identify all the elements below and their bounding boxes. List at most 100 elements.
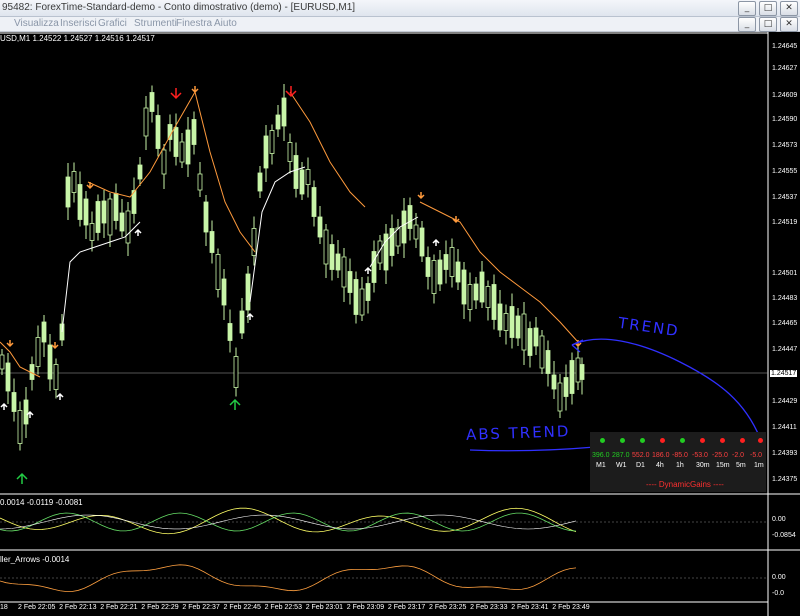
sub2-level-zero: 0.00	[772, 574, 786, 581]
candle-body	[299, 169, 305, 195]
status-dot-icon	[700, 438, 705, 443]
gain-value: -2.0	[732, 452, 745, 459]
candle-body	[461, 269, 467, 305]
candle-body	[311, 187, 317, 217]
timeframe-label: 4h	[656, 462, 664, 469]
price-label: 1.24609	[772, 92, 798, 99]
time-label: 2 Feb 23:49	[552, 604, 590, 611]
gain-value: -5.0	[750, 452, 763, 459]
candle-body	[467, 284, 473, 310]
mdi-close-button[interactable]: ✕	[780, 17, 798, 32]
candle-body	[323, 229, 329, 265]
minimize-button[interactable]: _	[738, 1, 756, 16]
candle-body	[479, 271, 485, 303]
status-dot-icon	[680, 438, 685, 443]
timeframe-label: 15m	[716, 462, 730, 469]
up-arrow-icon	[16, 472, 28, 484]
current-price-tag: 1.24517	[770, 370, 798, 377]
candle-body	[5, 362, 11, 392]
candle-body	[155, 115, 161, 149]
status-dot-icon	[660, 438, 665, 443]
candle-body	[281, 97, 287, 127]
menu-strumenti[interactable]: Strumenti	[134, 18, 177, 29]
price-label: 1.24501	[772, 270, 798, 277]
candle-body	[527, 328, 533, 356]
down-arrow-icon	[285, 86, 297, 98]
menu-inserisci[interactable]: Inserisci	[60, 18, 97, 29]
price-label: 1.24573	[772, 142, 798, 149]
small-down-arrow-icon	[417, 192, 425, 200]
time-label: 2 Feb 22:13	[59, 604, 97, 611]
candle-body	[491, 284, 497, 320]
candle-body	[485, 286, 491, 308]
candle-body	[347, 271, 353, 293]
timeframe-label: W1	[616, 462, 627, 469]
window-controls: _ □ ✕	[738, 1, 798, 16]
small-down-arrow-icon	[6, 340, 14, 348]
candle-body	[203, 201, 209, 233]
maximize-button[interactable]: □	[759, 1, 777, 16]
candle-body	[539, 335, 545, 369]
candle-body	[227, 323, 233, 341]
candle-body	[569, 360, 575, 394]
timeframe-label: 5m	[736, 462, 746, 469]
gain-value: 186.0	[652, 452, 670, 459]
status-dot-icon	[740, 438, 745, 443]
time-label: 18	[0, 604, 8, 611]
time-label: 2 Feb 23:25	[429, 604, 467, 611]
mdi-restore-button[interactable]: □	[759, 17, 777, 32]
candle-body	[287, 142, 293, 162]
candle-body	[563, 377, 569, 397]
candle-body	[65, 176, 71, 208]
candle-body	[107, 198, 113, 236]
candle-body	[17, 410, 23, 444]
time-label: 2 Feb 22:37	[182, 604, 220, 611]
candle-body	[137, 164, 143, 180]
price-label: 1.24429	[772, 398, 798, 405]
candle-body	[431, 260, 437, 294]
candle-body	[269, 130, 275, 154]
candle-body	[503, 313, 509, 331]
candle-body	[533, 327, 539, 347]
up-arrow-icon	[229, 398, 241, 410]
candle-body	[239, 310, 245, 334]
mdi-minimize-button[interactable]: _	[738, 17, 756, 32]
candle-body	[275, 114, 281, 130]
time-label: 2 Feb 22:45	[223, 604, 261, 611]
candle-body	[473, 283, 479, 301]
menu-finestra[interactable]: Finestra	[176, 18, 212, 29]
time-label: 2 Feb 23:01	[305, 604, 344, 611]
candle-body	[23, 399, 29, 425]
time-label: 2 Feb 22:05	[18, 604, 56, 611]
close-button[interactable]: ✕	[780, 1, 798, 16]
small-up-arrow-icon	[432, 238, 440, 246]
candle-body	[89, 223, 95, 241]
menu-grafici[interactable]: Grafici	[98, 18, 127, 29]
candle-body	[557, 382, 563, 412]
oscillator-line	[0, 507, 577, 535]
price-label: 1.24627	[772, 65, 798, 72]
candle-body	[521, 313, 527, 351]
candle-body	[413, 224, 419, 240]
oscillator-label: 0.0014 -0.0119 -0.0081	[0, 498, 83, 507]
status-dot-icon	[620, 438, 625, 443]
candle-body	[575, 357, 581, 383]
candle-body	[425, 257, 431, 277]
candle-body	[35, 337, 41, 367]
menu-visualizza[interactable]: Visualizza	[14, 18, 59, 29]
candle-body	[161, 149, 167, 175]
candle-body	[341, 256, 347, 288]
candle-body	[455, 261, 461, 283]
gain-value: -25.0	[712, 452, 728, 459]
price-label: 1.24465	[772, 320, 798, 327]
menu-bar: Visualizza Inserisci Grafici Strumenti F…	[0, 17, 800, 32]
menu-aiuto[interactable]: Aiuto	[214, 18, 237, 29]
sub1-level-zero: 0.00	[772, 516, 786, 523]
candle-body	[149, 92, 155, 112]
price-label: 1.24645	[772, 43, 798, 50]
small-up-arrow-icon	[0, 402, 8, 410]
candle-body	[197, 173, 203, 191]
candle-body	[185, 129, 191, 165]
small-down-arrow-icon	[86, 182, 94, 190]
price-label: 1.24555	[772, 168, 798, 175]
